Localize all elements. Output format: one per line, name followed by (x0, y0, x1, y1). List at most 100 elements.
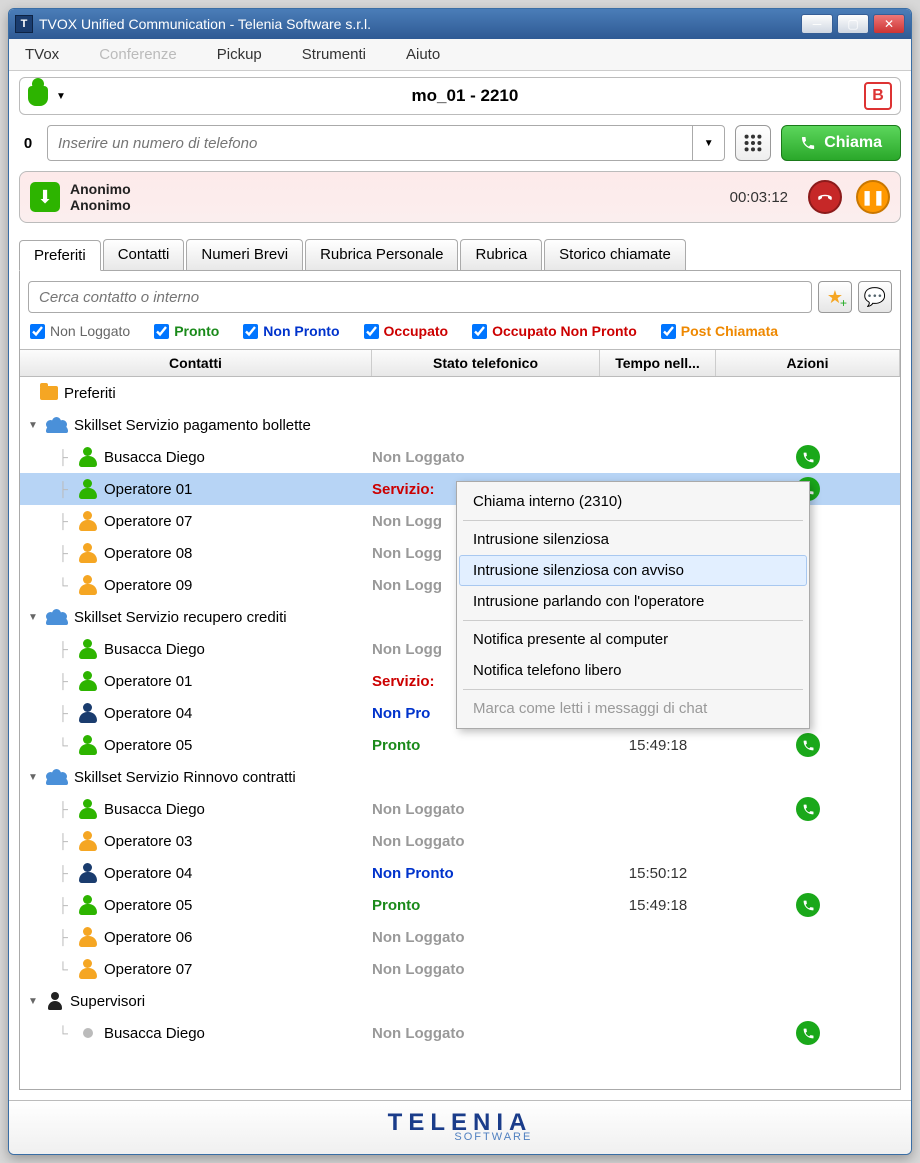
tab-rubrica[interactable]: Rubrica (460, 239, 542, 270)
contact-row[interactable]: ├Operatore 05Pronto15:49:18 (20, 889, 900, 921)
person-icon (78, 447, 98, 467)
close-button[interactable]: ✕ (873, 14, 905, 34)
tree-group[interactable]: ▼Supervisori (20, 985, 900, 1017)
person-icon (78, 799, 98, 819)
menu-conferenze: Conferenze (99, 46, 177, 63)
caller-line1: Anonimo (70, 181, 131, 197)
titlebar[interactable]: T TVOX Unified Communication - Telenia S… (9, 9, 911, 39)
ctx-chiama-interno[interactable]: Chiama interno (2310) (459, 486, 807, 517)
filters: Non Loggato Pronto Non Pronto Occupato O… (20, 321, 900, 349)
grid-header: Contatti Stato telefonico Tempo nell... … (20, 349, 900, 377)
ctx-notifica-telefono[interactable]: Notifica telefono libero (459, 655, 807, 686)
person-icon (78, 511, 98, 531)
col-tempo[interactable]: Tempo nell... (600, 350, 716, 376)
contact-row[interactable]: ├Operatore 06Non Loggato (20, 921, 900, 953)
chat-button[interactable]: 💬 (858, 281, 892, 313)
tree-line: ├ (54, 481, 72, 497)
ctx-intrusione-silenziosa[interactable]: Intrusione silenziosa (459, 524, 807, 555)
contact-row[interactable]: ├Operatore 03Non Loggato (20, 825, 900, 857)
contact-name: Operatore 05 (104, 737, 192, 754)
contact-row[interactable]: └Operatore 05Pronto15:49:18 (20, 729, 900, 761)
call-action-button[interactable] (796, 733, 820, 757)
menu-aiuto[interactable]: Aiuto (406, 46, 440, 63)
col-azioni[interactable]: Azioni (716, 350, 900, 376)
expand-icon[interactable]: ▼ (28, 420, 40, 431)
app-window: T TVOX Unified Communication - Telenia S… (8, 8, 912, 1155)
call-button[interactable]: Chiama (781, 125, 901, 161)
tree-line: └ (54, 1025, 72, 1041)
contact-name: Operatore 01 (104, 673, 192, 690)
expand-icon[interactable]: ▼ (28, 772, 40, 783)
contact-row[interactable]: └Busacca DiegoNon Loggato (20, 1017, 900, 1049)
grid-body[interactable]: Preferiti▼Skillset Servizio pagamento bo… (20, 377, 900, 1089)
filter-occupato[interactable]: Occupato (364, 323, 449, 339)
tab-rubrica-personale[interactable]: Rubrica Personale (305, 239, 458, 270)
tree-root[interactable]: Preferiti (20, 377, 900, 409)
col-contatti[interactable]: Contatti (20, 350, 372, 376)
filter-non-loggato[interactable]: Non Loggato (30, 323, 130, 339)
supervisor-icon (46, 992, 64, 1010)
b-button[interactable]: B (864, 82, 892, 110)
minimize-button[interactable]: ─ (801, 14, 833, 34)
contact-row[interactable]: ├Busacca DiegoNon Loggato (20, 793, 900, 825)
tree-group[interactable]: ▼Skillset Servizio Rinnovo contratti (20, 761, 900, 793)
menu-tvox[interactable]: TVox (25, 46, 59, 63)
ctx-intrusione-silenziosa-avviso[interactable]: Intrusione silenziosa con avviso (459, 555, 807, 586)
ctx-notifica-presente[interactable]: Notifica presente al computer (459, 624, 807, 655)
call-action-button[interactable] (796, 445, 820, 469)
group-icon (46, 609, 68, 625)
person-icon (78, 671, 98, 691)
search-input[interactable] (28, 281, 812, 313)
person-icon (78, 895, 98, 915)
phone-dropdown-icon[interactable]: ▼ (692, 126, 724, 160)
tree-line: ├ (54, 897, 72, 913)
filter-non-pronto[interactable]: Non Pronto (243, 323, 339, 339)
ctx-intrusione-parlando[interactable]: Intrusione parlando con l'operatore (459, 586, 807, 617)
tree-line: ├ (54, 865, 72, 881)
caller-line2: Anonimo (70, 197, 131, 213)
person-icon (78, 959, 98, 979)
col-stato[interactable]: Stato telefonico (372, 350, 600, 376)
tab-numeri-brevi[interactable]: Numeri Brevi (186, 239, 303, 270)
contact-row[interactable]: ├Busacca DiegoNon Loggato (20, 441, 900, 473)
tabs: Preferiti Contatti Numeri Brevi Rubrica … (19, 239, 901, 271)
presence-icon[interactable] (28, 86, 48, 106)
tree-group[interactable]: ▼Skillset Servizio pagamento bollette (20, 409, 900, 441)
contact-name: Operatore 09 (104, 577, 192, 594)
maximize-button[interactable]: ▢ (837, 14, 869, 34)
filter-post-chiamata[interactable]: Post Chiamata (661, 323, 778, 339)
contact-name: Operatore 07 (104, 513, 192, 530)
call-action-button[interactable] (796, 893, 820, 917)
call-action-button[interactable] (796, 1021, 820, 1045)
tree-line: ├ (54, 513, 72, 529)
expand-icon[interactable]: ▼ (28, 996, 40, 1007)
person-icon (78, 575, 98, 595)
menu-strumenti[interactable]: Strumenti (302, 46, 366, 63)
tab-contatti[interactable]: Contatti (103, 239, 185, 270)
ctx-marca-letti: Marca come letti i messaggi di chat (459, 693, 807, 724)
call-duration: 00:03:12 (730, 189, 788, 206)
presence-dropdown-icon[interactable]: ▼ (56, 91, 66, 102)
hold-button[interactable]: ❚❚ (856, 180, 890, 214)
contact-name: Operatore 04 (104, 865, 192, 882)
filter-occupato-non-pronto[interactable]: Occupato Non Pronto (472, 323, 637, 339)
contact-name: Operatore 08 (104, 545, 192, 562)
contact-row[interactable]: ├Operatore 04Non Pronto15:50:12 (20, 857, 900, 889)
menubar: TVox Conferenze Pickup Strumenti Aiuto (9, 39, 911, 71)
phone-input[interactable] (48, 135, 692, 152)
tab-storico[interactable]: Storico chiamate (544, 239, 686, 270)
tab-content: ★+ 💬 Non Loggato Pronto Non Pronto Occup… (19, 271, 901, 1090)
presence-bar: ▼ mo_01 - 2210 B (19, 77, 901, 115)
person-icon (78, 831, 98, 851)
status-cell: Pronto (372, 737, 600, 754)
tab-preferiti[interactable]: Preferiti (19, 240, 101, 271)
dialpad-button[interactable] (735, 125, 771, 161)
call-action-button[interactable] (796, 797, 820, 821)
hangup-button[interactable] (808, 180, 842, 214)
contact-row[interactable]: └Operatore 07Non Loggato (20, 953, 900, 985)
add-favorite-button[interactable]: ★+ (818, 281, 852, 313)
filter-pronto[interactable]: Pronto (154, 323, 219, 339)
search-row: ★+ 💬 (20, 271, 900, 321)
expand-icon[interactable]: ▼ (28, 612, 40, 623)
menu-pickup[interactable]: Pickup (217, 46, 262, 63)
